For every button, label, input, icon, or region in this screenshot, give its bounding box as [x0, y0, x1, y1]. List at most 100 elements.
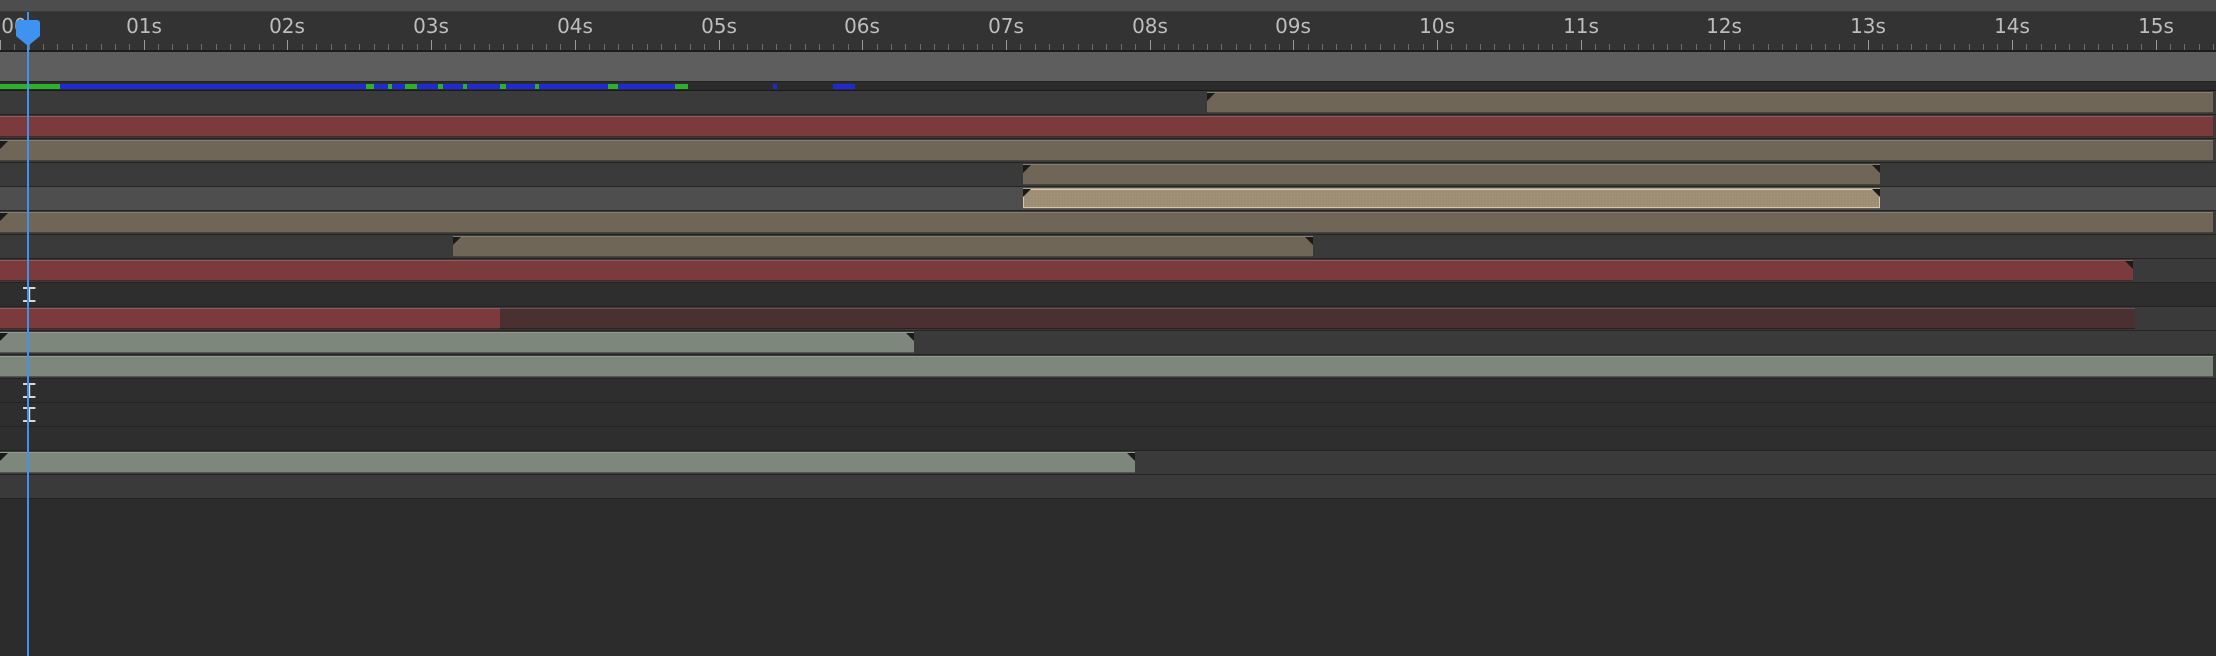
ruler-minor-tick: [158, 44, 159, 50]
ruler-minor-tick: [1135, 44, 1136, 50]
ruler-tick-label: 02s: [269, 14, 305, 38]
ruler-minor-tick: [1408, 44, 1409, 50]
layer-row[interactable]: [0, 91, 2216, 115]
cache-segment: [0, 84, 60, 89]
work-area-bar[interactable]: [0, 52, 2216, 82]
layer-duration-bar[interactable]: [0, 116, 2213, 137]
ruler-minor-tick: [1178, 44, 1179, 50]
ruler-minor-tick: [1466, 44, 1467, 50]
layer-row[interactable]: [0, 163, 2216, 187]
ruler-minor-tick: [1825, 44, 1826, 50]
layer-duration-bar[interactable]: [0, 452, 1135, 473]
ruler-minor-tick: [1365, 44, 1366, 50]
ruler-minor-tick: [1308, 44, 1309, 50]
layer-row[interactable]: [0, 307, 2216, 331]
ruler-minor-tick: [632, 44, 633, 50]
ruler-minor-tick: [302, 44, 303, 50]
layer-duration-bar[interactable]: [0, 332, 914, 353]
ruler-minor-tick: [2098, 44, 2099, 50]
time-navigator[interactable]: [0, 0, 2216, 12]
ruler-minor-tick: [733, 44, 734, 50]
playhead-handle[interactable]: [16, 20, 40, 36]
ruler-minor-tick: [72, 44, 73, 50]
layer-row[interactable]: [0, 259, 2216, 283]
layer-row[interactable]: [0, 235, 2216, 259]
timeline-panel[interactable]: 00 01s 02s 03s 04s 05s 06s 07s 08s 09s 10s 11s 12s 13…: [0, 0, 2216, 656]
layer-row[interactable]: [0, 475, 2216, 499]
ruler-minor-tick: [1221, 44, 1222, 50]
ruler-tick-label: 03s: [413, 14, 449, 38]
ruler-minor-tick: [1322, 44, 1323, 50]
ruler-minor-tick: [1796, 44, 1797, 50]
ruler-major-tick: [144, 40, 145, 50]
ruler-minor-tick: [1020, 44, 1021, 50]
ruler-minor-tick: [1035, 44, 1036, 50]
cache-segment: [405, 84, 417, 89]
ruler-major-tick: [1724, 40, 1725, 50]
ruler-minor-tick: [1940, 44, 1941, 50]
ruler-minor-tick: [1193, 44, 1194, 50]
layer-row[interactable]: [0, 331, 2216, 355]
layer-row[interactable]: ⌶: [0, 280, 2216, 308]
layer-duration-bar[interactable]: [0, 212, 2213, 233]
ruler-minor-tick: [216, 44, 217, 50]
ruler-minor-tick: [172, 44, 173, 50]
ruler-minor-tick: [1423, 44, 1424, 50]
ruler-minor-tick: [86, 44, 87, 50]
ruler-minor-tick: [201, 44, 202, 50]
layer-row[interactable]: ⌶: [0, 400, 2216, 428]
layer-duration-bar[interactable]: [1207, 92, 2213, 113]
layer-duration-bar[interactable]: [0, 308, 500, 329]
ruler-minor-tick: [244, 44, 245, 50]
ruler-major-tick: [2012, 40, 2013, 50]
layer-row[interactable]: [0, 451, 2216, 475]
ruler-major-tick: [1293, 40, 1294, 50]
ruler-minor-tick: [1236, 44, 1237, 50]
ruler-minor-tick: [1667, 44, 1668, 50]
cache-segment: [366, 84, 374, 89]
ruler-minor-tick: [273, 44, 274, 50]
ruler-minor-tick: [1954, 44, 1955, 50]
layer-row[interactable]: [0, 139, 2216, 163]
layer-duration-bar[interactable]: [1023, 188, 1880, 209]
layer-row[interactable]: ⌶: [0, 376, 2216, 404]
layer-row[interactable]: [0, 187, 2216, 211]
ruler-minor-tick: [2184, 44, 2185, 50]
ruler-minor-tick: [1164, 44, 1165, 50]
ruler-minor-tick: [57, 44, 58, 50]
ruler-minor-tick: [331, 44, 332, 50]
layer-duration-bar[interactable]: [500, 308, 2135, 329]
layer-duration-bar[interactable]: [1023, 164, 1880, 185]
ruler-minor-tick: [2041, 44, 2042, 50]
layer-row[interactable]: [0, 115, 2216, 139]
layer-duration-bar[interactable]: [0, 260, 2133, 281]
time-ruler[interactable]: 00 01s 02s 03s 04s 05s 06s 07s 08s 09s 10s 11s 12s 13…: [0, 12, 2216, 52]
render-cache-indicator: [0, 82, 2216, 91]
ruler-minor-tick: [2084, 44, 2085, 50]
ruler-minor-tick: [1265, 44, 1266, 50]
ruler-minor-tick: [1538, 44, 1539, 50]
ruler-minor-tick: [675, 44, 676, 50]
ruler-minor-tick: [2127, 44, 2128, 50]
playhead-line[interactable]: [27, 12, 29, 656]
layer-duration-bar[interactable]: [0, 140, 2213, 161]
ruler-minor-tick: [661, 44, 662, 50]
playhead-pointer[interactable]: [16, 36, 40, 46]
ruler-minor-tick: [934, 44, 935, 50]
cache-segment: [500, 84, 506, 89]
ruler-minor-tick: [517, 44, 518, 50]
ruler-minor-tick: [704, 44, 705, 50]
ruler-minor-tick: [374, 44, 375, 50]
ruler-minor-tick: [805, 44, 806, 50]
layer-row[interactable]: [0, 211, 2216, 235]
layer-duration-bar[interactable]: [0, 356, 2213, 377]
ruler-minor-tick: [1638, 44, 1639, 50]
layer-track-area[interactable]: ⌶ ⌶ ⌶: [0, 91, 2216, 656]
ruler-minor-tick: [1509, 44, 1510, 50]
ruler-minor-tick: [1078, 44, 1079, 50]
ruler-major-tick: [1006, 40, 1007, 50]
layer-row[interactable]: [0, 355, 2216, 379]
ruler-minor-tick: [1739, 44, 1740, 50]
layer-duration-bar[interactable]: [453, 236, 1313, 257]
layer-row[interactable]: [0, 427, 2216, 451]
